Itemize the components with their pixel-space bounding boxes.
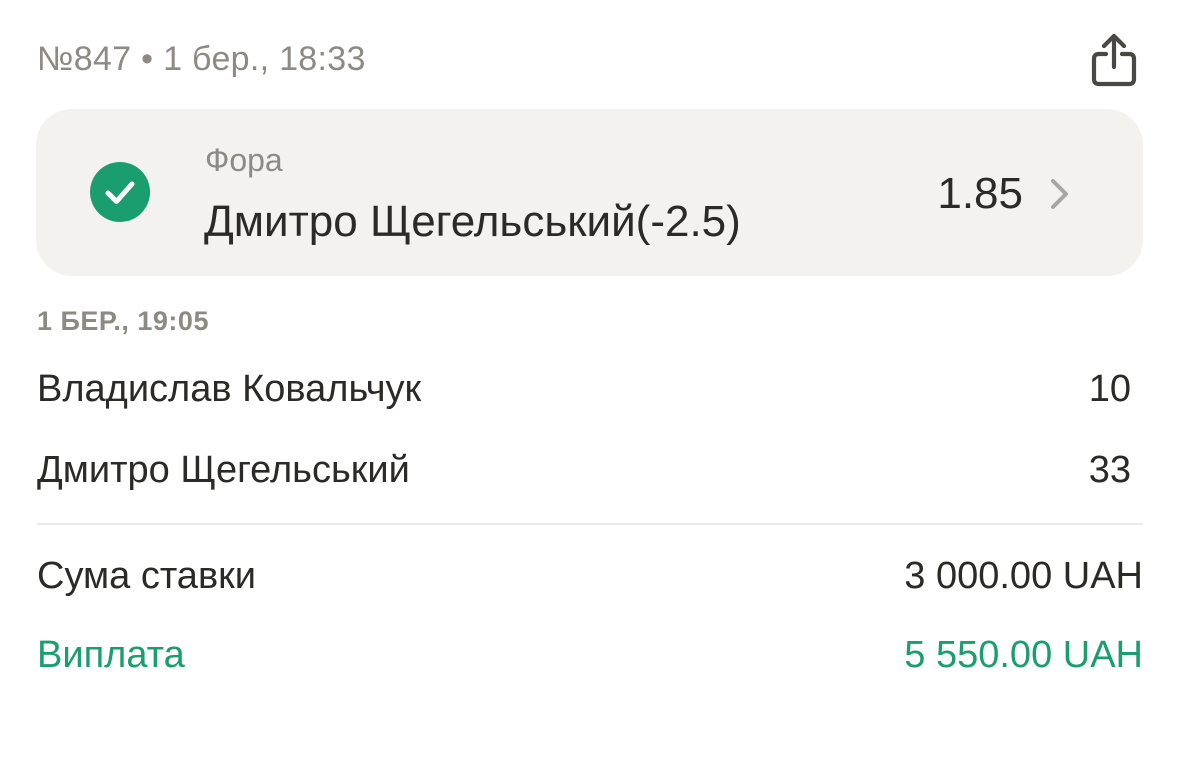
bet-header: №847 • 1 бер., 18:33	[37, 33, 1143, 88]
stake-value: 3 000.00 UAH	[904, 555, 1143, 597]
check-circle-icon	[90, 162, 150, 222]
payout-value: 5 550.00 UAH	[904, 634, 1143, 676]
player-name: Владислав Ковальчук	[37, 368, 422, 410]
bet-number-and-date: №847 • 1 бер., 18:33	[37, 40, 366, 78]
player-score: 10	[1088, 368, 1131, 410]
selection-name: Дмитро Щегельський(-2.5)	[204, 197, 741, 246]
chevron-right-icon	[1048, 177, 1072, 211]
result-time: 1 БЕР., 19:05	[37, 306, 209, 336]
share-button[interactable]	[1087, 32, 1141, 88]
player-score: 33	[1088, 449, 1131, 491]
score-row: Дмитро Щегельський 33	[37, 449, 1131, 499]
stake-row: Сума ставки 3 000.00 UAH	[37, 555, 1143, 605]
score-row: Владислав Ковальчук 10	[37, 368, 1131, 418]
market-label: Фора	[205, 142, 283, 178]
odds-value: 1.85	[937, 169, 1023, 218]
stake-label: Сума ставки	[37, 555, 256, 597]
payout-row: Виплата 5 550.00 UAH	[37, 634, 1143, 684]
divider	[37, 523, 1143, 525]
bet-selection-card[interactable]: Фора Дмитро Щегельський(-2.5) 1.85	[36, 109, 1143, 276]
payout-label: Виплата	[37, 634, 185, 676]
player-name: Дмитро Щегельський	[37, 449, 410, 491]
share-icon	[1091, 33, 1137, 87]
won-status-badge	[90, 162, 150, 222]
